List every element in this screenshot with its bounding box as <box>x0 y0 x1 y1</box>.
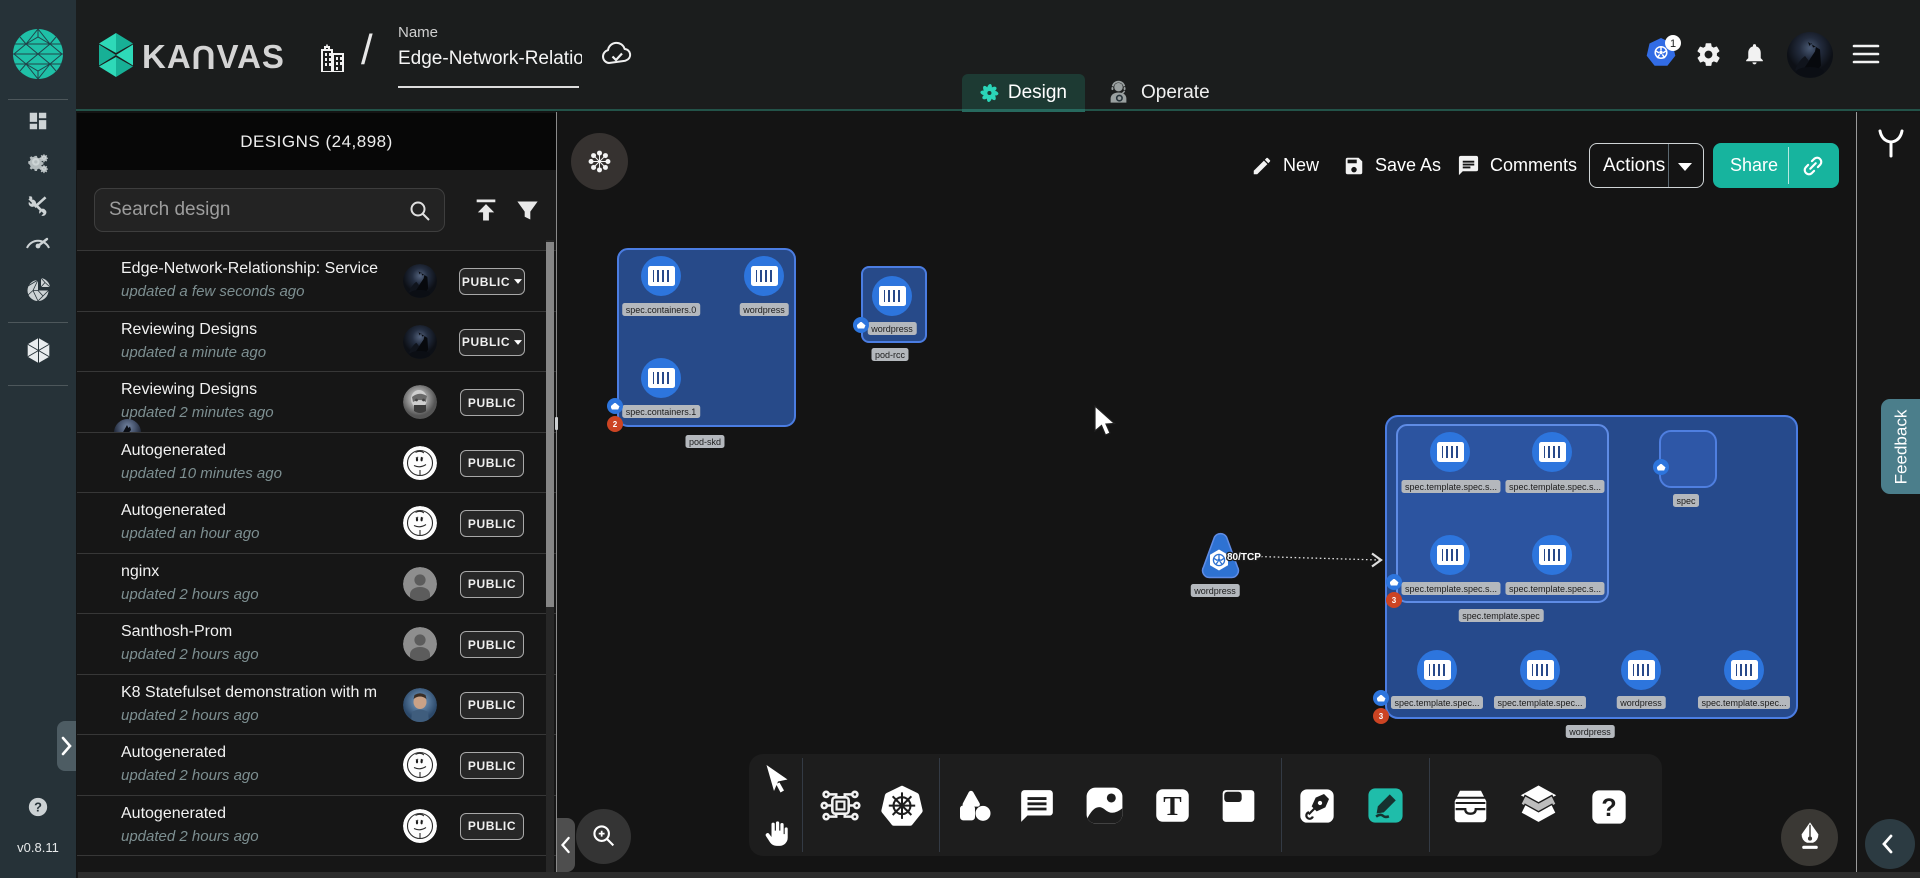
svg-text:?: ? <box>1601 794 1616 822</box>
svg-text:80/TCP: 80/TCP <box>1227 552 1261 563</box>
svg-text:T: T <box>1163 790 1181 821</box>
svg-text:?: ? <box>34 800 42 815</box>
svg-text:1: 1 <box>1670 38 1676 50</box>
